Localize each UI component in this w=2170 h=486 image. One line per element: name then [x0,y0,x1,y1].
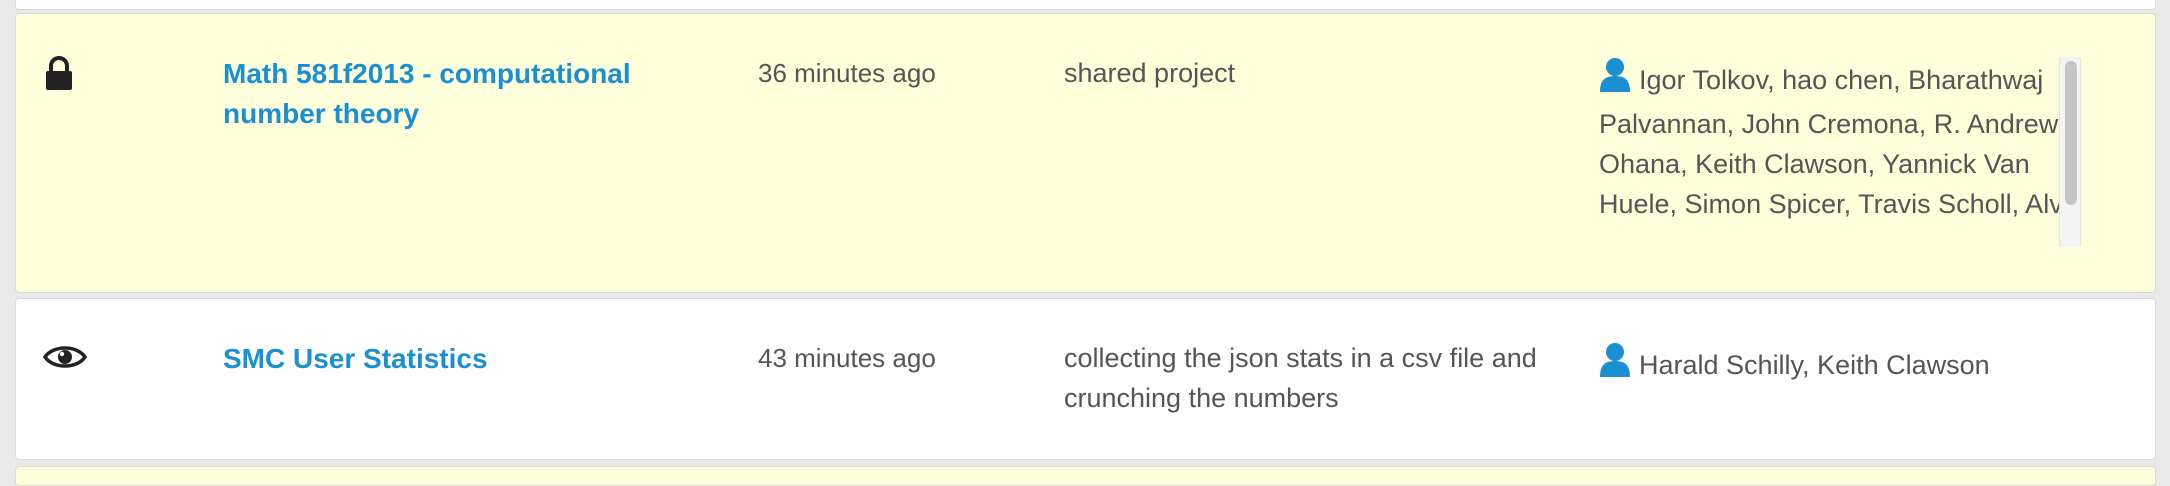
user-icon [1599,342,1631,389]
project-row[interactable]: Math 581f2013 - computational number the… [15,13,2156,293]
lock-icon [44,56,74,97]
last-modified: 36 minutes ago [758,58,936,88]
project-title-link[interactable]: Math 581f2013 - computational number the… [223,54,683,134]
scrollbar-thumb[interactable] [2065,61,2077,205]
project-row-next[interactable] [15,466,2156,486]
collaborators-text: Harald Schilly, Keith Clawson [1639,350,1990,380]
collaborators-text: Igor Tolkov, hao chen, Bharathwaj Palvan… [1599,65,2063,219]
user-icon [1599,57,1631,104]
project-row-previous[interactable] [15,0,2156,10]
project-row[interactable]: SMC User Statistics 43 minutes ago colle… [15,298,2156,460]
project-title-link[interactable]: SMC User Statistics [223,339,683,379]
eye-icon [42,343,88,376]
collaborators-list: Harald Schilly, Keith Clawson [1599,342,2069,389]
project-description: collecting the json stats in a csv file … [1064,343,1537,413]
last-modified: 43 minutes ago [758,343,936,373]
project-description: shared project [1064,58,1236,88]
collaborators-scrollbar[interactable] [2059,57,2081,247]
collaborators-list: Igor Tolkov, hao chen, Bharathwaj Palvan… [1599,57,2069,253]
